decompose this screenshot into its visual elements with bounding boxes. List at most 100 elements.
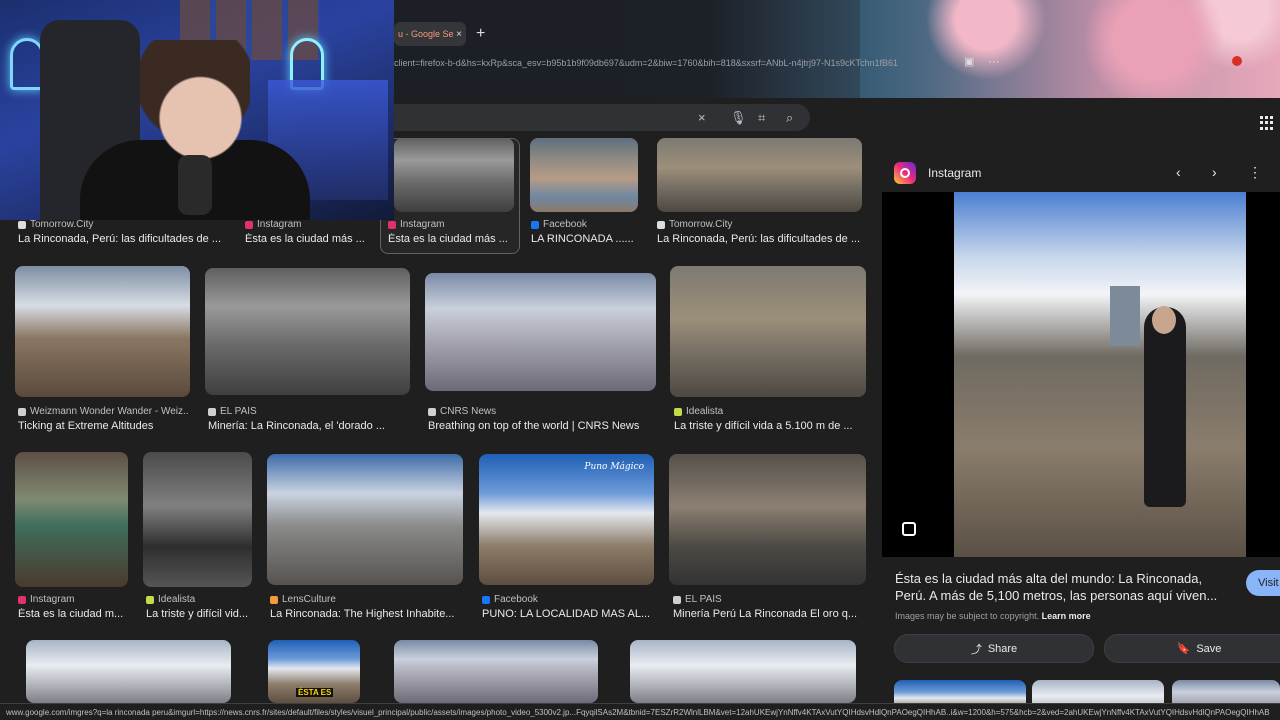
clear-icon[interactable]: × xyxy=(698,110,706,125)
result-source: Idealista xyxy=(674,406,864,417)
screen: u - Google Sea × + client=firefox-b-d&hs… xyxy=(0,0,1280,720)
status-bar-url: www.google.com/imgres?q=la rinconada per… xyxy=(0,703,1280,720)
result-caption[interactable]: La triste y difícil vida a 5.100 m de ..… xyxy=(674,420,866,432)
result-thumbnail[interactable] xyxy=(205,268,410,395)
source-label: EL PAÍS xyxy=(220,406,257,417)
learn-more-link[interactable]: Learn more xyxy=(1042,611,1091,621)
result-thumbnail[interactable] xyxy=(267,454,463,585)
save-button[interactable]: 🔖 Save xyxy=(1104,634,1280,663)
microphone xyxy=(178,155,212,215)
tab-title: u - Google Sea xyxy=(398,29,454,39)
save-label: Save xyxy=(1196,642,1222,655)
toolbar-icons: ▣ ⋯ xyxy=(964,55,999,68)
source-label: Idealista xyxy=(686,406,724,417)
result-caption[interactable]: PUNO: LA LOCALIDAD MAS AL... xyxy=(482,608,657,620)
result-caption[interactable]: La Rinconada: The Highest Inhabite... xyxy=(270,608,465,620)
source-label: Instagram xyxy=(30,594,75,605)
preview-source[interactable]: Instagram xyxy=(928,166,981,180)
share-button[interactable]: ⤴ Share xyxy=(894,634,1094,663)
result-thumbnail[interactable] xyxy=(394,640,598,703)
source-label: EL PAÍS xyxy=(685,594,722,605)
result-caption[interactable]: La triste y difícil vid... xyxy=(146,608,256,620)
search-input[interactable]: × 🎙 ⌗ ⌕ xyxy=(394,104,810,131)
facebook-favicon xyxy=(531,220,539,229)
favicon xyxy=(18,220,26,229)
search-icon[interactable]: ⌕ xyxy=(786,110,793,126)
source-label: Facebook xyxy=(543,219,587,230)
result-thumbnail[interactable] xyxy=(657,138,862,212)
lens-icon[interactable] xyxy=(902,522,916,536)
result-source: Instagram xyxy=(245,219,365,230)
result-thumbnail[interactable] xyxy=(15,452,128,587)
preview-header: Instagram xyxy=(894,162,981,184)
webcam-overlay xyxy=(0,0,394,220)
source-label: LensCulture xyxy=(282,594,336,605)
watermark-text: Puno Mágico xyxy=(584,462,644,472)
result-caption[interactable]: Ésta es la ciudad m... xyxy=(18,608,130,620)
source-label: Facebook xyxy=(494,594,538,605)
result-thumbnail[interactable]: ÉSTA ES xyxy=(268,640,360,703)
result-source: Idealista xyxy=(146,594,256,605)
favicon xyxy=(270,595,278,604)
result-thumbnail[interactable] xyxy=(630,640,856,703)
preview-title[interactable]: Ésta es la ciudad más alta del mundo: La… xyxy=(895,570,1235,604)
mic-icon[interactable]: 🎙 xyxy=(730,110,747,126)
streamer-head xyxy=(140,40,250,160)
new-tab-button[interactable]: + xyxy=(476,25,485,43)
result-thumbnail[interactable] xyxy=(15,266,190,397)
source-label: Tomorrow.City xyxy=(669,219,733,230)
result-thumbnail[interactable] xyxy=(669,454,866,585)
result-caption[interactable]: Ésta es la ciudad más ... xyxy=(388,233,513,245)
source-label: CNRS News xyxy=(440,406,497,417)
browser-tab[interactable]: u - Google Sea × xyxy=(394,22,466,46)
result-source: LensCulture xyxy=(270,594,460,605)
result-caption[interactable]: La Rinconada, Perú: las dificultades de … xyxy=(18,233,230,245)
result-caption[interactable]: Ésta es la ciudad más ... xyxy=(245,233,370,245)
result-thumbnail[interactable] xyxy=(143,452,252,587)
result-source: Instagram xyxy=(388,219,508,230)
share-label: Share xyxy=(987,642,1018,655)
next-icon[interactable]: › xyxy=(1212,164,1217,180)
overlay-text: ÉSTA ES xyxy=(296,688,334,697)
result-thumbnail[interactable] xyxy=(394,138,514,212)
instagram-favicon xyxy=(18,595,26,604)
screenshot-icon[interactable]: ▣ xyxy=(964,55,974,68)
result-caption[interactable]: Minería: La Rinconada, el 'dorado ... xyxy=(208,420,413,432)
facebook-favicon xyxy=(482,595,490,604)
copyright-text: Images may be subject to copyright. xyxy=(895,611,1040,621)
extensions-icon[interactable]: ⋯ xyxy=(988,55,999,68)
result-caption[interactable]: La Rinconada, Perú: las dificultades de … xyxy=(657,233,862,245)
preview-image-frame xyxy=(882,192,1280,557)
result-caption[interactable]: Ticking at Extreme Altitudes xyxy=(18,420,193,432)
address-bar-url[interactable]: client=firefox-b-d&hs=kxRp&sca_esv=b95b1… xyxy=(394,58,954,72)
result-source: Facebook xyxy=(531,219,641,230)
image-preview-panel: Instagram ‹ › ⋮ Ésta es la ciudad más al… xyxy=(882,150,1280,720)
preview-image[interactable] xyxy=(954,192,1246,557)
person-head xyxy=(1152,306,1176,334)
result-caption[interactable]: Minería Perú La Rinconada El oro q... xyxy=(673,608,865,620)
browser-theme-art xyxy=(860,0,1280,98)
source-label: Tomorrow.City xyxy=(30,219,94,230)
result-thumbnail[interactable] xyxy=(425,273,656,391)
result-thumbnail[interactable] xyxy=(26,640,231,703)
result-caption[interactable]: Breathing on top of the world | CNRS New… xyxy=(428,420,658,432)
favicon xyxy=(146,595,154,604)
result-caption[interactable]: LA RINCONADA ...... xyxy=(531,233,641,245)
more-options-icon[interactable]: ⋮ xyxy=(1248,164,1262,181)
result-thumbnail[interactable] xyxy=(530,138,638,212)
result-thumbnail[interactable]: Puno Mágico xyxy=(479,454,654,585)
favicon xyxy=(208,407,216,416)
lens-search-icon[interactable]: ⌗ xyxy=(758,110,765,126)
tab-close-icon[interactable]: × xyxy=(456,29,462,40)
google-apps-icon[interactable] xyxy=(1260,116,1274,130)
water-tank xyxy=(1110,286,1140,346)
visit-button[interactable]: Visit xyxy=(1246,570,1280,596)
source-label: Weizmann Wonder Wander - Weiz... xyxy=(30,406,188,417)
result-source: Instagram xyxy=(18,594,128,605)
previous-icon[interactable]: ‹ xyxy=(1176,164,1181,180)
instagram-favicon xyxy=(388,220,396,229)
source-label: Idealista xyxy=(158,594,196,605)
profile-icon[interactable] xyxy=(1232,56,1242,66)
favicon xyxy=(673,595,681,604)
result-thumbnail[interactable] xyxy=(670,266,866,397)
